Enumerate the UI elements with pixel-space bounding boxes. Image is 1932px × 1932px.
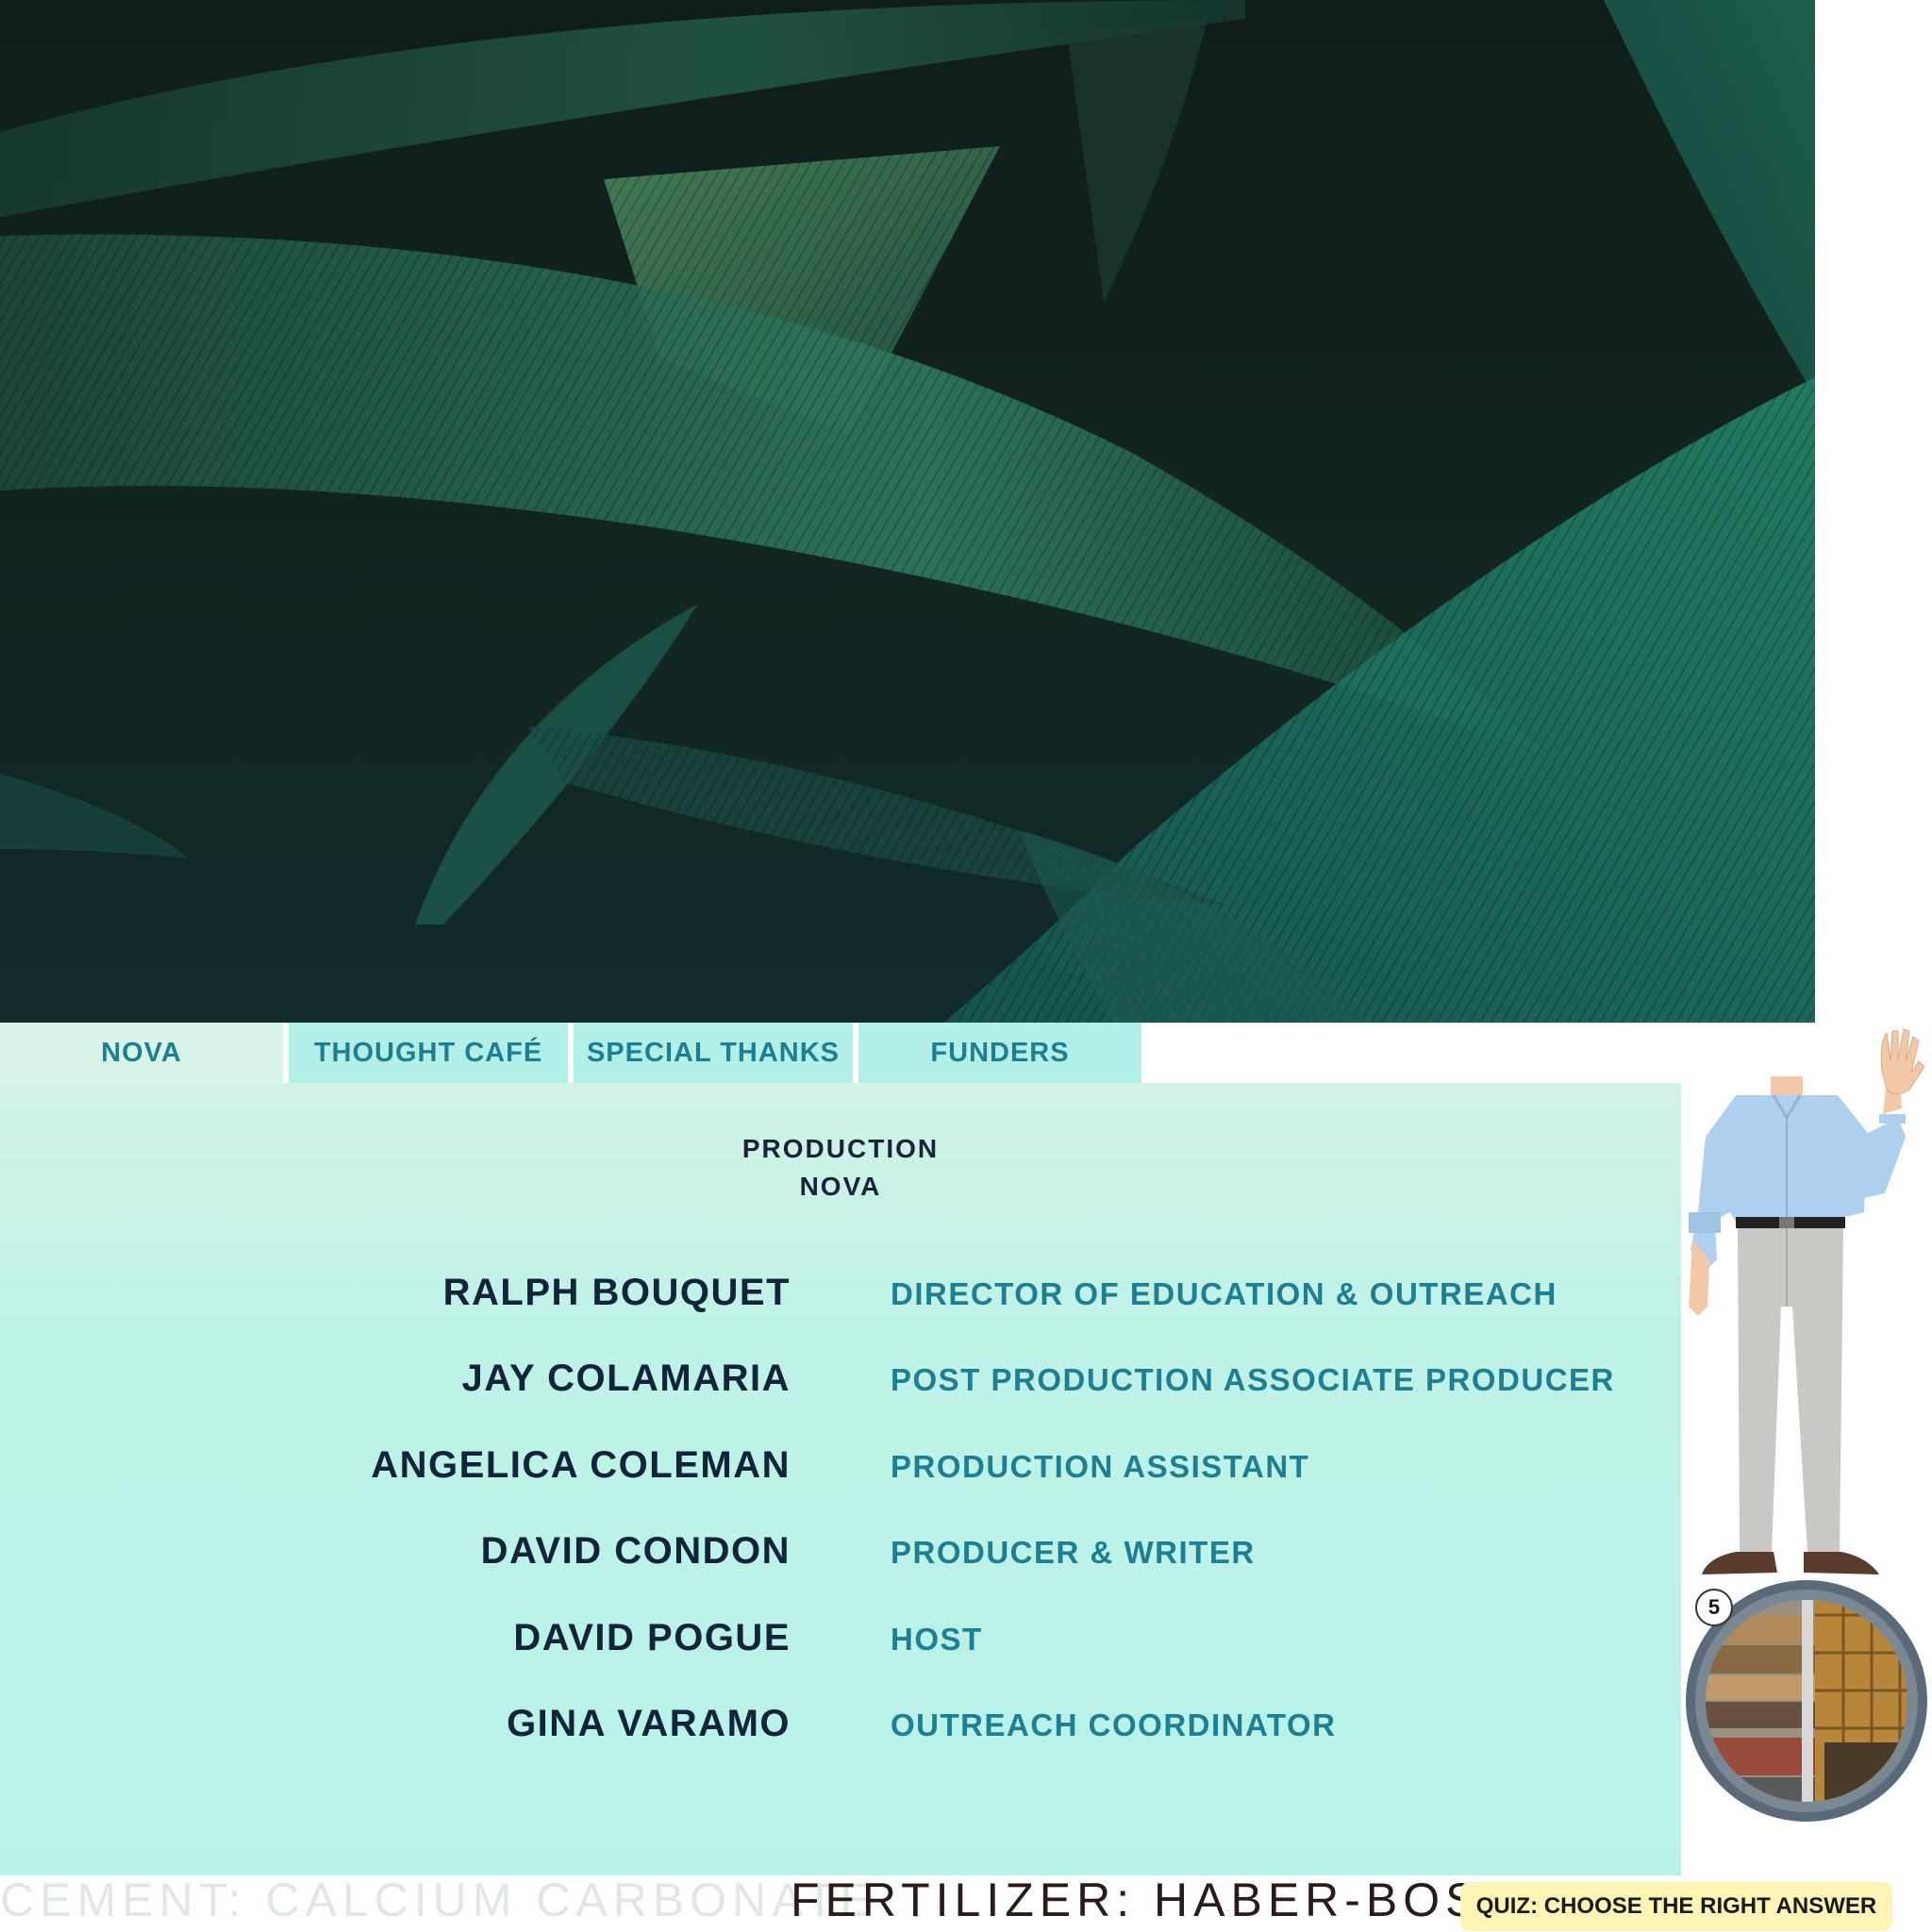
credit-name: ANGELICA COLEMAN — [371, 1444, 791, 1486]
heading-nova: NOVA — [799, 1172, 882, 1201]
credit-role: PRODUCTION ASSISTANT — [891, 1449, 1310, 1484]
credits-panel: PRODUCTION NOVA RALPH BOUQUET DIRECTOR O… — [0, 1083, 1681, 1875]
credit-role: OUTREACH COORDINATOR — [891, 1707, 1337, 1742]
credit-row: DAVID CONDON PRODUCER & WRITER — [0, 1523, 1681, 1579]
credit-row: ANGELICA COLEMAN PRODUCTION ASSISTANT — [0, 1437, 1681, 1493]
credits-heading: PRODUCTION NOVA — [0, 1130, 1681, 1206]
credit-role: DIRECTOR OF EDUCATION & OUTREACH — [891, 1276, 1557, 1311]
credit-name: DAVID POGUE — [513, 1617, 791, 1658]
tab-thought-cafe[interactable]: THOUGHT CAFÉ — [289, 1023, 568, 1083]
hero-leaves-image — [0, 0, 1815, 1023]
waving-character-icon — [1679, 1024, 1932, 1585]
heading-production: PRODUCTION — [741, 1134, 940, 1163]
quiz-button[interactable]: QUIZ: CHOOSE THE RIGHT ANSWER — [1460, 1882, 1892, 1931]
credit-row: DAVID POGUE HOST — [0, 1609, 1681, 1666]
credit-name: DAVID CONDON — [480, 1530, 791, 1572]
tab-special-thanks[interactable]: SPECIAL THANKS — [574, 1023, 853, 1083]
credit-row: GINA VARAMO OUTREACH COORDINATOR — [0, 1695, 1681, 1752]
credit-name: GINA VARAMO — [507, 1703, 791, 1744]
tab-funders[interactable]: FUNDERS — [858, 1023, 1141, 1083]
quiz-count-badge: 5 — [1695, 1589, 1733, 1626]
ticker-item-faded: CEMENT: CALCIUM CARBONATE — [0, 1874, 877, 1926]
palm-leaves-icon — [0, 0, 1815, 1023]
tab-nova[interactable]: NOVA — [0, 1023, 283, 1083]
credit-role: PRODUCER & WRITER — [891, 1535, 1256, 1570]
ticker-item-current: FERTILIZER: HABER-BOSCH — [791, 1874, 1562, 1926]
credit-row: RALPH BOUQUET DIRECTOR OF EDUCATION & OU… — [0, 1264, 1681, 1321]
credit-role: HOST — [891, 1622, 983, 1657]
credit-name: JAY COLAMARIA — [461, 1357, 791, 1399]
credit-name: RALPH BOUQUET — [442, 1272, 791, 1313]
credits-tabs: NOVA THOUGHT CAFÉ SPECIAL THANKS FUNDERS — [0, 1023, 1141, 1083]
credit-role: POST PRODUCTION ASSOCIATE PRODUCER — [891, 1362, 1615, 1397]
credit-row: JAY COLAMARIA POST PRODUCTION ASSOCIATE … — [0, 1350, 1681, 1407]
